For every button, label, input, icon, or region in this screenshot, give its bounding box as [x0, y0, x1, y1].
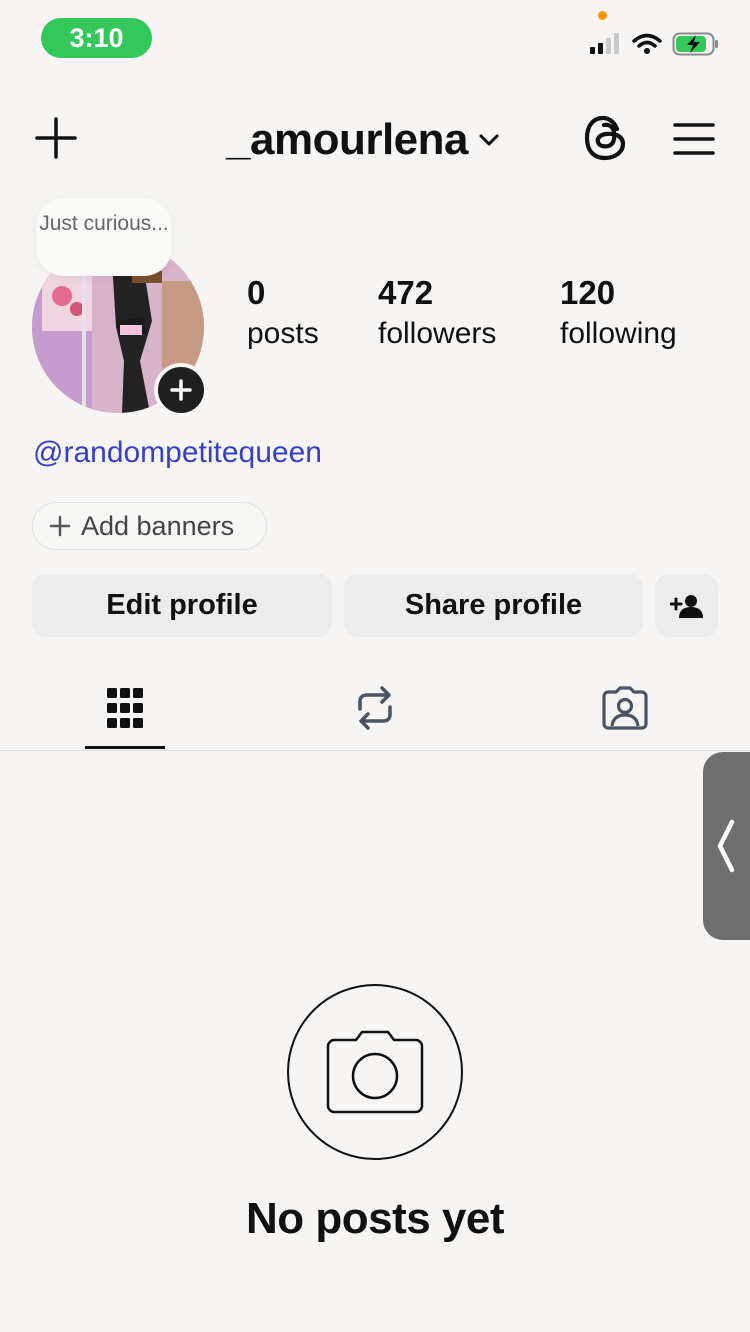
threads-button[interactable]	[580, 112, 632, 164]
hamburger-menu-icon	[673, 123, 715, 155]
status-time: 3:10	[41, 18, 152, 58]
tab-tagged[interactable]	[585, 680, 665, 736]
edit-profile-button[interactable]: Edit profile	[32, 574, 332, 637]
add-banners-label: Add banners	[81, 510, 235, 541]
discover-people-button[interactable]	[655, 574, 718, 637]
edit-profile-label: Edit profile	[106, 589, 258, 621]
stat-label: posts	[247, 317, 319, 350]
account-switcher[interactable]: _amourlena	[226, 112, 500, 168]
wifi-icon	[632, 33, 662, 54]
stat-value: 0	[247, 274, 266, 311]
note-bubble[interactable]: Just curious...	[36, 198, 172, 276]
create-new-button[interactable]	[30, 112, 82, 164]
share-profile-label: Share profile	[404, 589, 583, 621]
tab-divider	[0, 750, 750, 751]
note-text: Just curious...	[39, 212, 169, 235]
username: _amourlena	[226, 115, 468, 164]
chevron-left-icon	[717, 819, 735, 873]
add-story-button[interactable]	[154, 363, 208, 417]
stat-label: followers	[378, 317, 497, 350]
tab-grid[interactable]	[85, 680, 165, 736]
plus-icon	[170, 379, 192, 401]
threads-icon	[584, 115, 626, 161]
stat-value: 472	[378, 274, 434, 311]
stat-posts[interactable]: 0 posts	[247, 272, 319, 354]
battery-charging-icon	[672, 32, 718, 56]
camera-icon	[326, 1030, 424, 1114]
empty-state-camera	[287, 984, 463, 1160]
grid-icon	[107, 688, 143, 728]
privacy-indicator-dot	[598, 11, 607, 20]
repost-icon	[358, 686, 392, 730]
stat-value: 120	[560, 274, 616, 311]
chevron-down-icon	[479, 134, 499, 146]
add-person-icon	[669, 594, 703, 618]
side-panel-handle[interactable]	[703, 752, 750, 940]
share-profile-button[interactable]: Share profile	[344, 574, 643, 637]
profile-screen: 3:10 _amourlena Just curious... 0 posts …	[0, 0, 750, 1332]
cellular-signal-icon	[590, 33, 619, 54]
plus-icon	[49, 515, 71, 537]
plus-icon	[35, 117, 77, 159]
empty-state-title: No posts yet	[245, 1194, 505, 1243]
tab-reposts[interactable]	[335, 680, 415, 736]
stat-followers[interactable]: 472 followers	[378, 272, 496, 354]
active-tab-indicator	[85, 746, 165, 749]
add-banners-button[interactable]: Add banners	[32, 502, 267, 550]
tagged-person-icon	[602, 686, 648, 730]
stat-following[interactable]: 120 following	[560, 272, 677, 354]
stat-label: following	[560, 317, 677, 350]
status-icons	[588, 30, 720, 58]
menu-button[interactable]	[668, 114, 720, 164]
profile-link[interactable]: @randompetitequeen	[33, 436, 322, 470]
